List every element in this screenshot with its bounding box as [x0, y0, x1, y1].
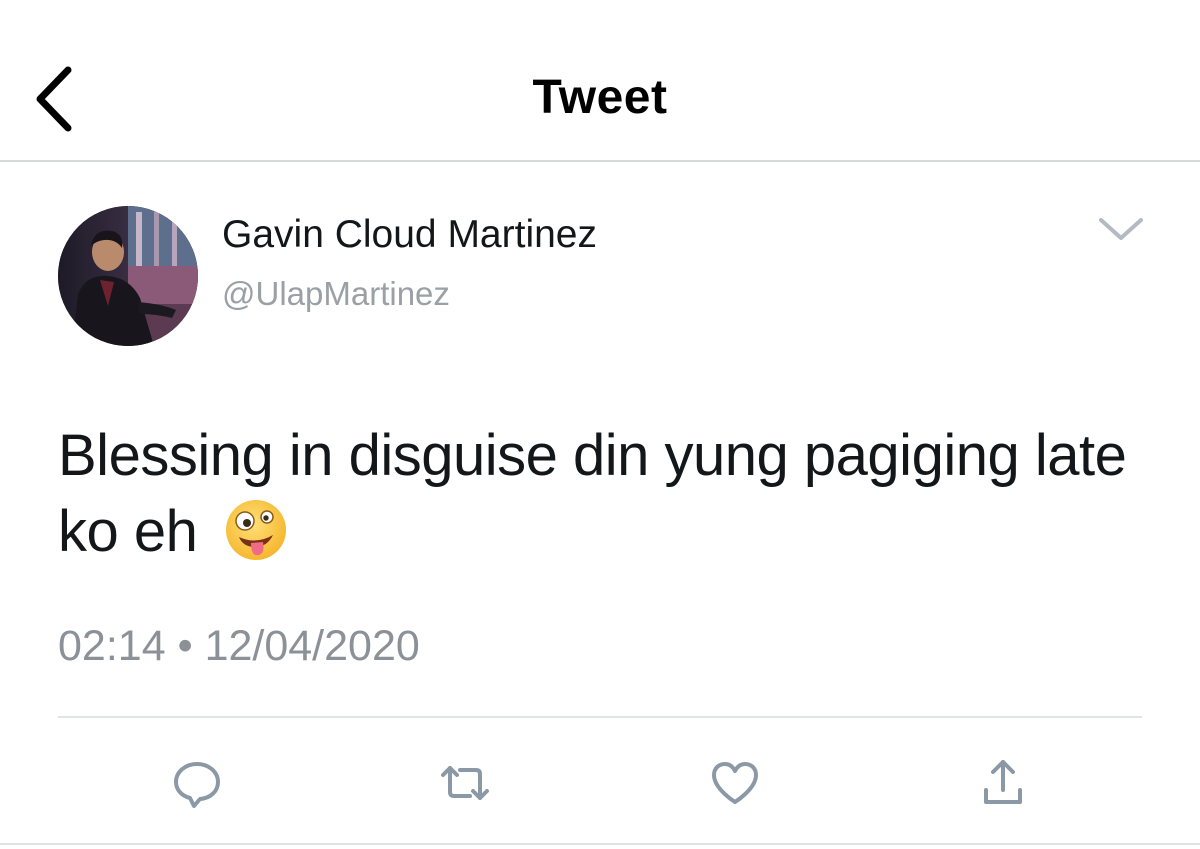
avatar[interactable] — [58, 206, 198, 346]
page-title: Tweet — [532, 71, 668, 124]
tweet-text: Blessing in disguise din yung pagiging l… — [58, 418, 1158, 570]
navigation-bar: Tweet — [0, 0, 1200, 162]
retweet-icon — [441, 766, 489, 800]
like-button[interactable] — [708, 756, 762, 810]
author-name[interactable]: Gavin Cloud Martinez — [222, 210, 597, 260]
tweet-timestamp: 02:14 • 12/04/2020 — [58, 618, 420, 674]
chevron-down-icon — [1099, 218, 1143, 240]
author-handle[interactable]: @UlapMartinez — [222, 272, 450, 316]
share-button[interactable] — [976, 756, 1030, 810]
share-icon — [984, 760, 1022, 804]
timestamp-separator: • — [177, 622, 193, 670]
tweet-date: 12/04/2020 — [204, 622, 420, 670]
zany-face-emoji — [223, 497, 289, 563]
divider — [58, 716, 1142, 718]
bottom-divider — [0, 843, 1200, 845]
tweet-body: Blessing in disguise din yung pagiging l… — [58, 423, 1127, 564]
heart-icon — [712, 762, 758, 804]
tweet-time: 02:14 — [58, 622, 166, 670]
more-options-button[interactable] — [1096, 210, 1146, 250]
profile-photo — [58, 206, 198, 346]
reply-button[interactable] — [170, 756, 224, 810]
reply-icon — [174, 762, 220, 808]
retweet-button[interactable] — [438, 756, 492, 810]
